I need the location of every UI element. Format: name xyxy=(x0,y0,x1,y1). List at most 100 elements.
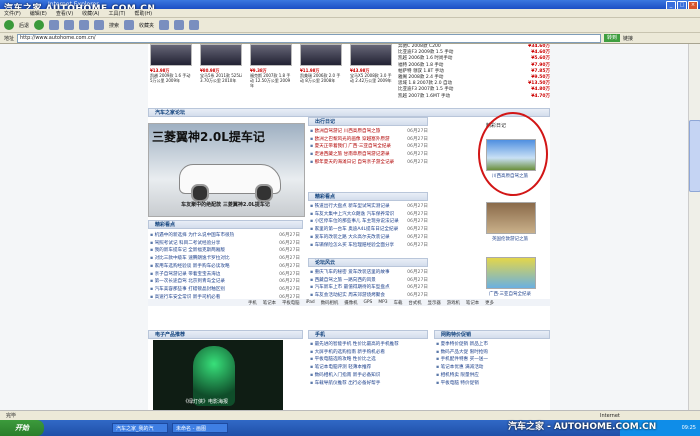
list-item[interactable]: 车载导航仪推荐 出行必备好帮手 xyxy=(310,380,428,388)
list-item[interactable]: 夏天正带着我们 广西·三亚自驾全纪录06月27日 xyxy=(310,143,428,151)
forum2-section-header: 论坛风云 xyxy=(308,258,428,267)
list-item[interactable]: 最先进的智能手机 性价比最高的手机推荐 xyxy=(310,341,428,349)
search-button[interactable]: 搜索 xyxy=(109,22,119,29)
list-item[interactable]: 平板电脑选购攻略 性价比之选 xyxy=(310,356,428,364)
list-item[interactable]: 凯越 2007款 1.6MT 手动 ¥4.70万 xyxy=(398,94,550,100)
list-item[interactable]: 笔记本电脑评测 轻薄本推荐 xyxy=(310,364,428,372)
brand-link[interactable]: GPS xyxy=(363,300,372,305)
list-item[interactable]: 欧洲自驾游记 川西高原自驾之旅06月27日 xyxy=(310,128,428,136)
list-item[interactable]: 数码产品大促 限时抢购 xyxy=(436,349,548,357)
forum-news-list: 机遇中的新选择 为什么说中国车市很热06月27日 驾照考试记 科目二考试经验分享… xyxy=(150,232,300,309)
list-item[interactable]: 家用车选购经验谈 新手购车必读攻略06月27日 xyxy=(150,263,300,271)
list-item[interactable]: 重庆飞车的秘密 爱车改装店里的故事06月27日 xyxy=(310,269,428,277)
list-item[interactable]: 笔记本优惠 满减活动 xyxy=(436,364,548,372)
taskbar-item-browser[interactable]: 汽车之家_我的汽 xyxy=(112,423,168,433)
list-item[interactable]: 驾照考试记 科目二考试经验分享06月27日 xyxy=(150,240,300,248)
diary-thumb-2[interactable] xyxy=(486,202,536,234)
list-item[interactable]: 夏季特价促销 新品上市 xyxy=(436,341,548,349)
brand-link[interactable]: 笔记本 xyxy=(466,300,479,306)
car-caption-5[interactable]: ¥43.98万 宝马X5 2008款 3.0 手动 2.42万公里 2009年 xyxy=(350,68,394,83)
scrollbar-thumb[interactable] xyxy=(689,120,700,192)
mail-icon[interactable] xyxy=(174,20,185,30)
list-item[interactable]: 相机特卖 限量供应 xyxy=(436,372,548,380)
address-input[interactable]: http://www.autohome.com.cn/ xyxy=(17,33,602,43)
list-item[interactable]: 我的新车提车记 全新福克斯两厢版06月27日 xyxy=(150,247,300,255)
list-item[interactable]: 机遇中的新选择 为什么说中国车市很热06月27日 xyxy=(150,232,300,240)
forum-section-header: 汽车之家论坛 xyxy=(148,108,550,117)
car-thumb-4[interactable] xyxy=(300,44,342,66)
page-viewport: ¥13.98万 凯越 2009款 1.6 手动 5万公里 2009年 ¥80.98… xyxy=(0,44,688,410)
hero-wheel-front xyxy=(191,184,209,202)
list-item[interactable]: 汽车美容那些事 打蜡镀晶封釉区别06月27日 xyxy=(150,286,300,294)
diary-caption-3[interactable]: 广西·三亚自驾全纪录 xyxy=(480,291,540,297)
list-item[interactable]: 走进西藏之旅 甘南草原自驾游记游录06月27日 xyxy=(310,151,428,159)
brand-link[interactable]: 更多 xyxy=(485,300,494,306)
list-item[interactable]: 那年夏天的海滩日记 自驾亲子游全记录06月27日 xyxy=(310,159,428,167)
brand-link[interactable]: 手机 xyxy=(248,300,257,306)
list-item[interactable]: 亲子自驾游记录 带着宝宝去海边06月27日 xyxy=(150,271,300,279)
list-item[interactable]: 大屏手机的选购指南 新手购机必看 xyxy=(310,349,428,357)
list-item[interactable]: 西藏自驾之旅 一路向西的风景06月27日 xyxy=(310,277,428,285)
search-icon[interactable] xyxy=(94,20,105,30)
car-thumb-3[interactable] xyxy=(250,44,292,66)
list-item[interactable]: 家里的第一台车 奥迪A4L提车日记全纪录06月27日 xyxy=(310,226,428,234)
home-icon[interactable] xyxy=(79,20,90,30)
car-caption-3[interactable]: ¥9.38万 福克斯 2007款 1.8 手动 12.50万公里 2009年 xyxy=(250,68,294,88)
menu-file[interactable]: 文件(F) xyxy=(4,10,21,17)
car-thumb-2[interactable] xyxy=(200,44,242,66)
list-item[interactable]: 对比三款中级车 速腾朗逸卡罗拉对比06月27日 xyxy=(150,255,300,263)
print-icon[interactable] xyxy=(189,20,200,30)
list-item[interactable]: 汽车新车上市 最值得期待的车型盘点06月27日 xyxy=(310,284,428,292)
brand-link[interactable]: 摄像机 xyxy=(344,300,357,306)
go-button[interactable]: 转到 xyxy=(604,34,621,42)
menu-edit[interactable]: 编辑(E) xyxy=(30,10,47,17)
product-image[interactable]: 《绿灯侠》电影海报 xyxy=(153,340,283,410)
taskbar-item-paint[interactable]: 未命名 - 画图 xyxy=(172,423,228,433)
history-icon[interactable] xyxy=(159,20,170,30)
hero-caption[interactable]: 车友聚中的绝配款 三菱翼神2.0L提车记 xyxy=(148,201,303,208)
favorites-icon[interactable] xyxy=(124,20,135,30)
list-item[interactable]: 欧洲之巴黎风光的画像 穿越塞外原游06月27日 xyxy=(310,136,428,144)
car-caption-2[interactable]: ¥80.98万 宝马5系 2011款 525Li 3.70万公里 2010年 xyxy=(200,68,244,83)
diary-caption-2[interactable]: 英国伦敦游记之旅 xyxy=(480,236,540,242)
back-button[interactable]: 后退 xyxy=(19,22,29,29)
list-item[interactable]: 爱车的改装之路 大众高尔夫改装记录06月27日 xyxy=(310,234,428,242)
travel-section-header: 出行日记 xyxy=(308,117,428,126)
brand-link[interactable]: 显示器 xyxy=(428,300,441,306)
vertical-scrollbar[interactable] xyxy=(688,44,700,410)
list-item[interactable]: 平板电脑 特价促销 xyxy=(436,380,548,388)
brand-link[interactable]: 笔记本 xyxy=(263,300,276,306)
back-icon[interactable] xyxy=(4,20,14,30)
menu-help[interactable]: 帮助(H) xyxy=(134,10,152,17)
car-caption-4[interactable]: ¥11.98万 凯美瑞 2006款 2.0 手动 8万公里 2008年 xyxy=(300,68,344,83)
hero-wheel-rear xyxy=(255,184,273,202)
list-item[interactable]: 车友大集中上汽大众朗逸 汽车保养常识06月27日 xyxy=(310,211,428,219)
brand-link[interactable]: 台式机 xyxy=(408,300,421,306)
links-button[interactable]: 链接 xyxy=(623,35,633,42)
menu-tools[interactable]: 工具(T) xyxy=(109,10,126,17)
car-caption-1[interactable]: ¥13.98万 凯越 2009款 1.6 手动 5万公里 2009年 xyxy=(150,68,194,83)
list-item[interactable]: 车辆保险怎么买 车险理赔经验全面分享06月27日 xyxy=(310,242,428,250)
brand-link[interactable]: 游戏机 xyxy=(447,300,460,306)
forward-icon[interactable] xyxy=(34,20,45,30)
brand-link[interactable]: 平板电脑 xyxy=(282,300,300,306)
diary-thumb-3[interactable] xyxy=(486,257,536,289)
brand-link[interactable]: iPad xyxy=(306,300,315,305)
list-item[interactable]: 第一次长途自驾 北京到青岛全记录06月27日 xyxy=(150,278,300,286)
list-item[interactable]: 小区停车位的那些事儿 车主现身说法记录06月27日 xyxy=(310,218,428,226)
list-item[interactable]: 铁道出行大盘点 新车型试驾实测记录06月27日 xyxy=(310,203,428,211)
menu-favorites[interactable]: 收藏(A) xyxy=(82,10,99,17)
hero-title: 三菱翼神2.0L提车记 xyxy=(152,130,265,144)
favorites-button[interactable]: 收藏夹 xyxy=(139,22,154,29)
stop-icon[interactable] xyxy=(49,20,60,30)
list-item[interactable]: 手机配件特惠 买一送一 xyxy=(436,356,548,364)
brand-link[interactable]: MP3 xyxy=(378,300,387,305)
brand-link[interactable]: 车载 xyxy=(394,300,403,306)
brand-link[interactable]: 数码相机 xyxy=(321,300,339,306)
refresh-icon[interactable] xyxy=(64,20,75,30)
start-button[interactable]: 开始 xyxy=(0,420,44,436)
car-thumb-5[interactable] xyxy=(350,44,392,66)
list-item[interactable]: 数码相机入门指南 新手必备知识 xyxy=(310,372,428,380)
menu-view[interactable]: 查看(V) xyxy=(56,10,73,17)
car-thumb-1[interactable] xyxy=(150,44,192,66)
